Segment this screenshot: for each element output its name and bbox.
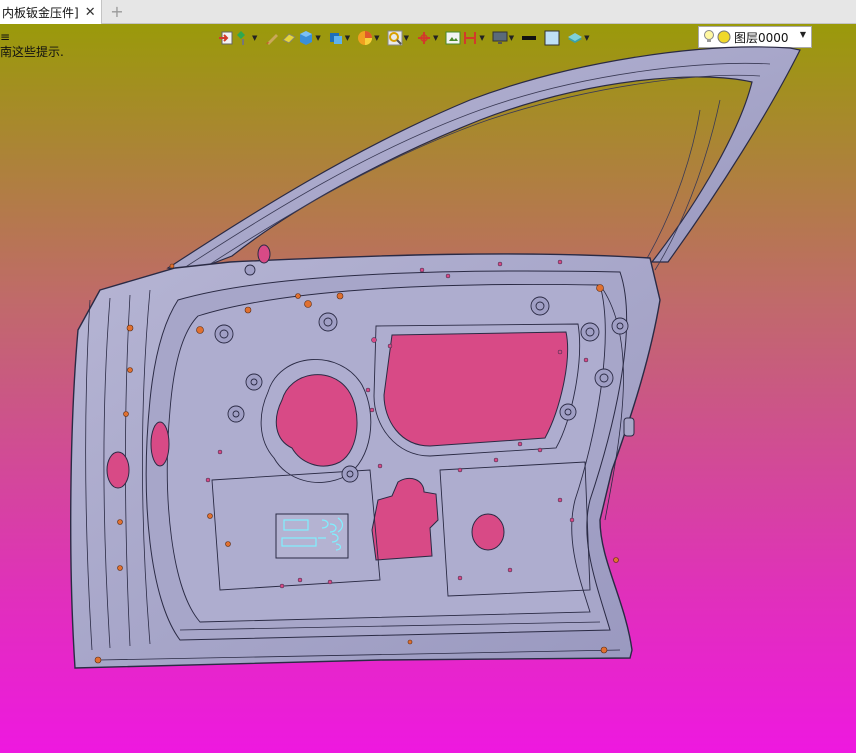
door-panel-model: [70, 46, 801, 669]
3d-viewport[interactable]: ≡ 南这些提示. ▼ ▼ ▼ ▼ ▼ ▼ ▼ ▼ ▼ 图层0000 ▼: [0, 24, 856, 753]
new-tab-icon[interactable]: +: [108, 2, 126, 22]
tab-bar: 内板钣金压件] ✕ +: [0, 0, 856, 24]
window-frame: [166, 46, 801, 273]
access-hole-large: [383, 331, 569, 447]
access-hole-round: [471, 513, 505, 551]
document-tab[interactable]: 内板钣金压件] ✕: [0, 0, 102, 24]
close-icon[interactable]: ✕: [85, 5, 96, 20]
document-tab-title: 内板钣金压件]: [2, 5, 79, 20]
